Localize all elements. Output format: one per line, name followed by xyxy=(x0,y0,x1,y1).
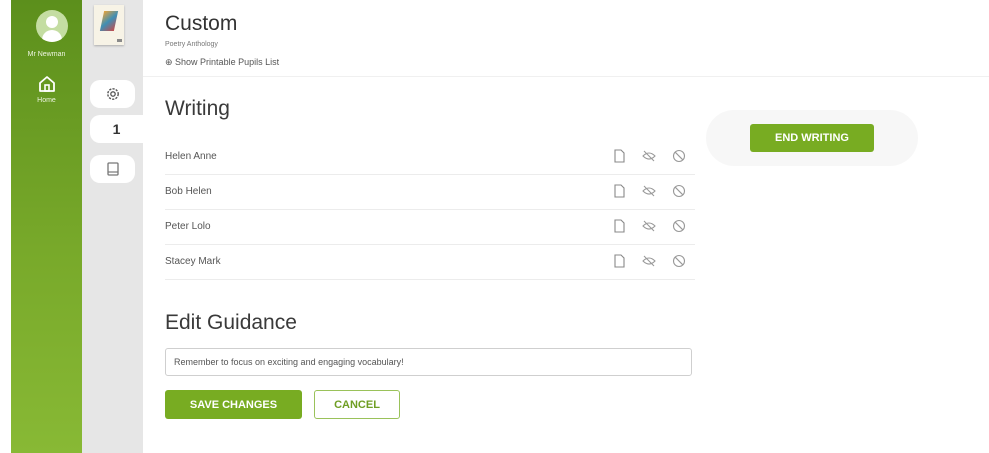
block-icon[interactable] xyxy=(671,183,687,199)
page-header: Custom Poetry Anthology ⊕ Show Printable… xyxy=(143,0,989,76)
end-writing-panel: END WRITING xyxy=(706,110,918,166)
pupil-name: Stacey Mark xyxy=(165,256,221,267)
user-name: Mr Newman xyxy=(27,51,66,58)
hidden-eye-icon[interactable] xyxy=(641,253,657,269)
cancel-button[interactable]: CANCEL xyxy=(314,390,400,419)
gear-icon xyxy=(106,88,119,100)
book-cover-thumbnail[interactable] xyxy=(94,5,124,45)
book-icon xyxy=(106,162,119,176)
section-tabs: 1 xyxy=(82,0,143,453)
home-label[interactable]: Home xyxy=(11,97,82,104)
home-icon[interactable] xyxy=(37,74,57,94)
pupil-list: Helen Anne Bob Helen Peter Lolo Stacey M… xyxy=(165,140,695,280)
header-divider xyxy=(143,76,989,77)
hidden-eye-icon[interactable] xyxy=(641,148,657,164)
table-row: Helen Anne xyxy=(165,140,695,175)
main-sidebar: Mr Newman Home xyxy=(11,0,82,453)
tab-notes[interactable] xyxy=(90,155,135,183)
block-icon[interactable] xyxy=(671,253,687,269)
tab-writing-1[interactable]: 1 xyxy=(90,115,143,143)
page-subtitle: Poetry Anthology xyxy=(165,41,218,48)
hidden-eye-icon[interactable] xyxy=(641,218,657,234)
document-icon[interactable] xyxy=(611,253,627,269)
end-writing-button[interactable]: END WRITING xyxy=(750,124,874,152)
pupil-name: Bob Helen xyxy=(165,186,212,197)
table-row: Peter Lolo xyxy=(165,210,695,245)
user-avatar-icon[interactable] xyxy=(36,10,68,42)
document-icon[interactable] xyxy=(611,183,627,199)
document-icon[interactable] xyxy=(611,218,627,234)
writing-heading: Writing xyxy=(165,97,230,120)
pupil-name: Peter Lolo xyxy=(165,221,211,232)
block-icon[interactable] xyxy=(671,148,687,164)
hidden-eye-icon[interactable] xyxy=(641,183,657,199)
page-title: Custom xyxy=(165,12,238,35)
edit-guidance-heading: Edit Guidance xyxy=(165,311,297,334)
tab-settings[interactable] xyxy=(90,80,135,108)
save-changes-button[interactable]: SAVE CHANGES xyxy=(165,390,302,419)
guidance-textarea[interactable]: Remember to focus on exciting and engagi… xyxy=(165,348,692,376)
block-icon[interactable] xyxy=(671,218,687,234)
document-icon[interactable] xyxy=(611,148,627,164)
pupil-name: Helen Anne xyxy=(165,151,217,162)
table-row: Bob Helen xyxy=(165,175,695,210)
show-printable-pupils-link[interactable]: ⊕ Show Printable Pupils List xyxy=(165,57,279,68)
table-row: Stacey Mark xyxy=(165,245,695,280)
